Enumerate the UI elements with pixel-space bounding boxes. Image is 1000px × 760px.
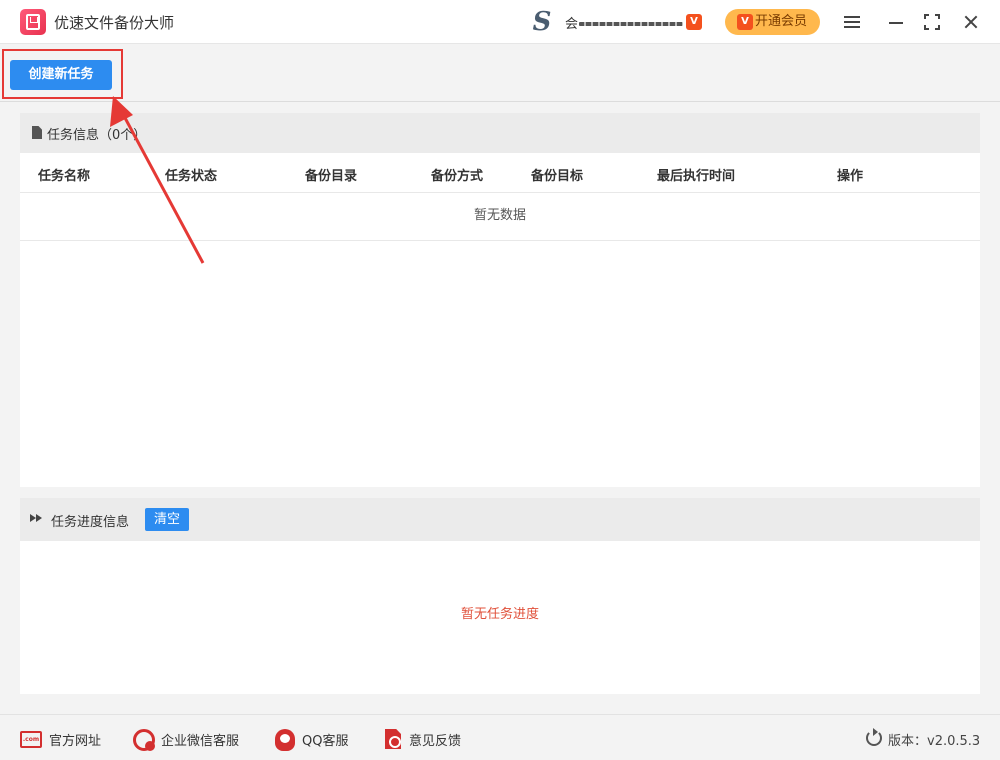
wechat-service-link[interactable]: 企业微信客服 bbox=[133, 729, 253, 751]
document-icon bbox=[32, 126, 42, 139]
maximize-icon[interactable] bbox=[921, 11, 943, 33]
official-website-link[interactable]: .com 官方网址 bbox=[20, 729, 110, 749]
official-website-label: 官方网址 bbox=[49, 734, 102, 749]
task-table-empty: 暂无数据 bbox=[20, 193, 980, 241]
task-info-title: 任务信息（0个） bbox=[47, 128, 147, 143]
vip-icon: V bbox=[737, 14, 753, 30]
app-title: 优速文件备份大师 bbox=[54, 14, 175, 32]
menu-icon[interactable] bbox=[841, 11, 863, 33]
task-progress-panel: 任务进度信息 清空 暂无任务进度 bbox=[20, 498, 980, 694]
feedback-icon bbox=[385, 729, 401, 749]
column-header: 备份目录 bbox=[305, 169, 358, 184]
qq-service-link[interactable]: QQ客服 bbox=[273, 729, 358, 751]
version-text: 版本：v2.0.5.3 bbox=[888, 734, 981, 749]
task-progress-title: 任务进度信息 bbox=[51, 515, 130, 530]
column-header: 操作 bbox=[837, 169, 864, 184]
feedback-label: 意见反馈 bbox=[409, 734, 462, 749]
vip-status-icon: V bbox=[686, 14, 702, 30]
wechat-service-label: 企业微信客服 bbox=[161, 734, 240, 749]
column-header: 任务名称 bbox=[38, 169, 91, 184]
website-icon: .com bbox=[20, 731, 42, 748]
close-icon[interactable] bbox=[960, 11, 982, 33]
wechat-icon bbox=[133, 729, 155, 751]
user-name-redacted bbox=[579, 22, 683, 26]
task-progress-header: 任务进度信息 清空 bbox=[20, 498, 980, 541]
minimize-icon[interactable] bbox=[885, 11, 907, 33]
progress-empty-text: 暂无任务进度 bbox=[460, 607, 539, 622]
refresh-icon[interactable] bbox=[866, 728, 882, 746]
open-vip-label: 开通会员 bbox=[755, 14, 808, 29]
open-vip-button[interactable]: V 开通会员 bbox=[725, 9, 820, 35]
user-name[interactable]: 会 bbox=[565, 13, 683, 31]
column-header: 备份目标 bbox=[531, 169, 584, 184]
qq-service-label: QQ客服 bbox=[302, 734, 349, 749]
task-info-header: 任务信息（0个） bbox=[20, 113, 980, 153]
column-header: 最后执行时间 bbox=[657, 169, 736, 184]
clear-progress-button[interactable]: 清空 bbox=[145, 508, 189, 531]
app-logo-icon bbox=[20, 9, 46, 35]
task-table-header: 任务名称 任务状态 备份目录 备份方式 备份目标 最后执行时间 操作 bbox=[20, 153, 980, 193]
column-header: 任务状态 bbox=[165, 169, 218, 184]
fast-forward-icon bbox=[30, 514, 46, 524]
feedback-link[interactable]: 意见反馈 bbox=[383, 729, 473, 749]
toolbar: 创建新任务 bbox=[0, 45, 1000, 102]
task-info-panel: 任务信息（0个） 任务名称 任务状态 备份目录 备份方式 备份目标 最后执行时间… bbox=[20, 113, 980, 487]
user-name-prefix: 会 bbox=[565, 17, 579, 31]
footer: .com 官方网址 企业微信客服 QQ客服 意见反馈 版本：v2.0.5.3 bbox=[0, 714, 1000, 760]
title-bar: 优速文件备份大师 S 会 V V 开通会员 bbox=[0, 0, 1000, 44]
qq-icon bbox=[275, 729, 295, 751]
create-task-button[interactable]: 创建新任务 bbox=[10, 60, 112, 90]
user-avatar-icon[interactable]: S bbox=[527, 9, 557, 35]
column-header: 备份方式 bbox=[431, 169, 484, 184]
